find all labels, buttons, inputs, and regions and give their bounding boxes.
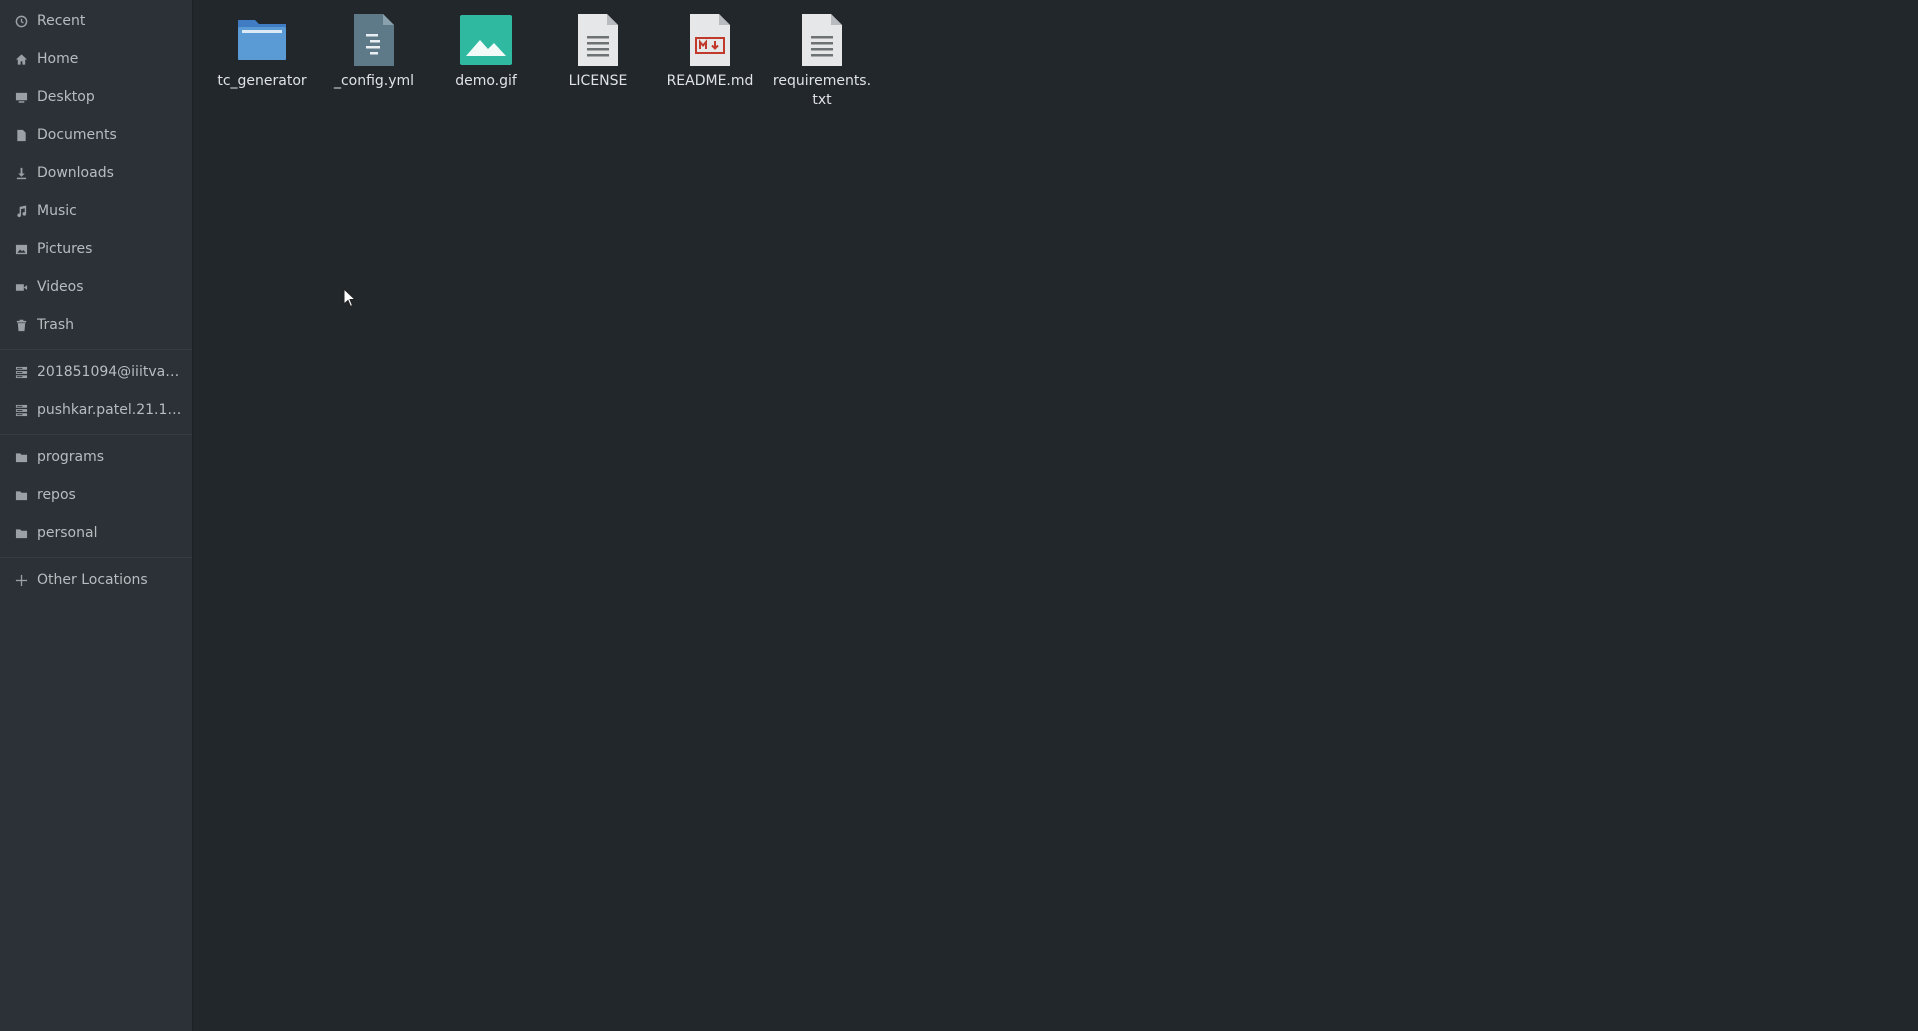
server-icon bbox=[14, 403, 28, 417]
sidebar-item-videos[interactable]: Videos bbox=[0, 271, 192, 303]
folder-icon bbox=[14, 488, 28, 502]
text-file-icon bbox=[570, 12, 626, 68]
sidebar-item-other-locations[interactable]: Other Locations bbox=[0, 564, 192, 596]
mouse-pointer-icon bbox=[343, 288, 357, 308]
folder-icon bbox=[14, 526, 28, 540]
server-icon bbox=[14, 365, 28, 379]
file-item-tc-generator[interactable]: tc_generator bbox=[210, 12, 314, 91]
file-name: requirements. txt bbox=[772, 73, 872, 108]
file-name: _config.yml bbox=[333, 73, 415, 89]
home-icon bbox=[14, 52, 28, 66]
file-view[interactable]: tc_generator _config.yml demo.gif LICENS… bbox=[194, 0, 1918, 1031]
plus-icon bbox=[14, 573, 28, 587]
image-file-icon bbox=[458, 12, 514, 68]
sidebar-item-label: Downloads bbox=[37, 165, 114, 181]
clock-icon bbox=[14, 14, 28, 28]
sidebar-item-label: Videos bbox=[37, 279, 84, 295]
sidebar-item-label: Recent bbox=[37, 13, 86, 29]
text-file-icon bbox=[794, 12, 850, 68]
sidebar-item-home[interactable]: Home bbox=[0, 43, 192, 75]
sidebar-separator bbox=[0, 557, 192, 558]
sidebar-item-label: Other Locations bbox=[37, 572, 148, 588]
sidebar-item-label: repos bbox=[37, 487, 76, 503]
sidebar-separator bbox=[0, 434, 192, 435]
sidebar-item-network-1[interactable]: 201851094@iiitvado... bbox=[0, 356, 192, 388]
music-icon bbox=[14, 204, 28, 218]
sidebar-item-personal[interactable]: personal bbox=[0, 517, 192, 549]
file-item-demo-gif[interactable]: demo.gif bbox=[434, 12, 538, 91]
sidebar-item-label: personal bbox=[37, 525, 98, 541]
file-item-config-yml[interactable]: _config.yml bbox=[322, 12, 426, 91]
trash-icon bbox=[14, 318, 28, 332]
sidebar-item-network-2[interactable]: pushkar.patel.21.1.20... bbox=[0, 394, 192, 426]
download-icon bbox=[14, 166, 28, 180]
sidebar-item-music[interactable]: Music bbox=[0, 195, 192, 227]
sidebar-item-label: Trash bbox=[37, 317, 74, 333]
config-file-icon bbox=[346, 12, 402, 68]
sidebar-item-label: Desktop bbox=[37, 89, 95, 105]
file-item-license[interactable]: LICENSE bbox=[546, 12, 650, 91]
file-item-requirements-txt[interactable]: requirements. txt bbox=[770, 12, 874, 110]
file-item-readme-md[interactable]: README.md bbox=[658, 12, 762, 91]
markdown-file-icon bbox=[682, 12, 738, 68]
file-name: demo.gif bbox=[455, 73, 517, 89]
sidebar-item-trash[interactable]: Trash bbox=[0, 309, 192, 341]
sidebar-item-label: pushkar.patel.21.1.20... bbox=[37, 402, 185, 418]
video-icon bbox=[14, 280, 28, 294]
sidebar-item-recent[interactable]: Recent bbox=[0, 5, 192, 37]
folder-icon bbox=[14, 450, 28, 464]
picture-icon bbox=[14, 242, 28, 256]
sidebar-item-label: Pictures bbox=[37, 241, 93, 257]
sidebar: Recent Home Desktop Documents Downloads bbox=[0, 0, 193, 1031]
sidebar-item-label: 201851094@iiitvado... bbox=[37, 364, 185, 380]
file-name: README.md bbox=[666, 73, 754, 89]
sidebar-item-programs[interactable]: programs bbox=[0, 441, 192, 473]
sidebar-item-label: programs bbox=[37, 449, 105, 465]
sidebar-item-label: Music bbox=[37, 203, 77, 219]
document-icon bbox=[14, 128, 28, 142]
sidebar-item-documents[interactable]: Documents bbox=[0, 119, 192, 151]
file-manager-window: Recent Home Desktop Documents Downloads bbox=[0, 0, 1918, 1031]
sidebar-separator bbox=[0, 349, 192, 350]
sidebar-item-label: Documents bbox=[37, 127, 117, 143]
file-name: LICENSE bbox=[568, 73, 628, 89]
desktop-icon bbox=[14, 90, 28, 104]
folder-icon bbox=[234, 12, 290, 68]
sidebar-item-downloads[interactable]: Downloads bbox=[0, 157, 192, 189]
sidebar-item-pictures[interactable]: Pictures bbox=[0, 233, 192, 265]
sidebar-item-desktop[interactable]: Desktop bbox=[0, 81, 192, 113]
sidebar-item-repos[interactable]: repos bbox=[0, 479, 192, 511]
file-name: tc_generator bbox=[217, 73, 307, 89]
sidebar-item-label: Home bbox=[37, 51, 79, 67]
